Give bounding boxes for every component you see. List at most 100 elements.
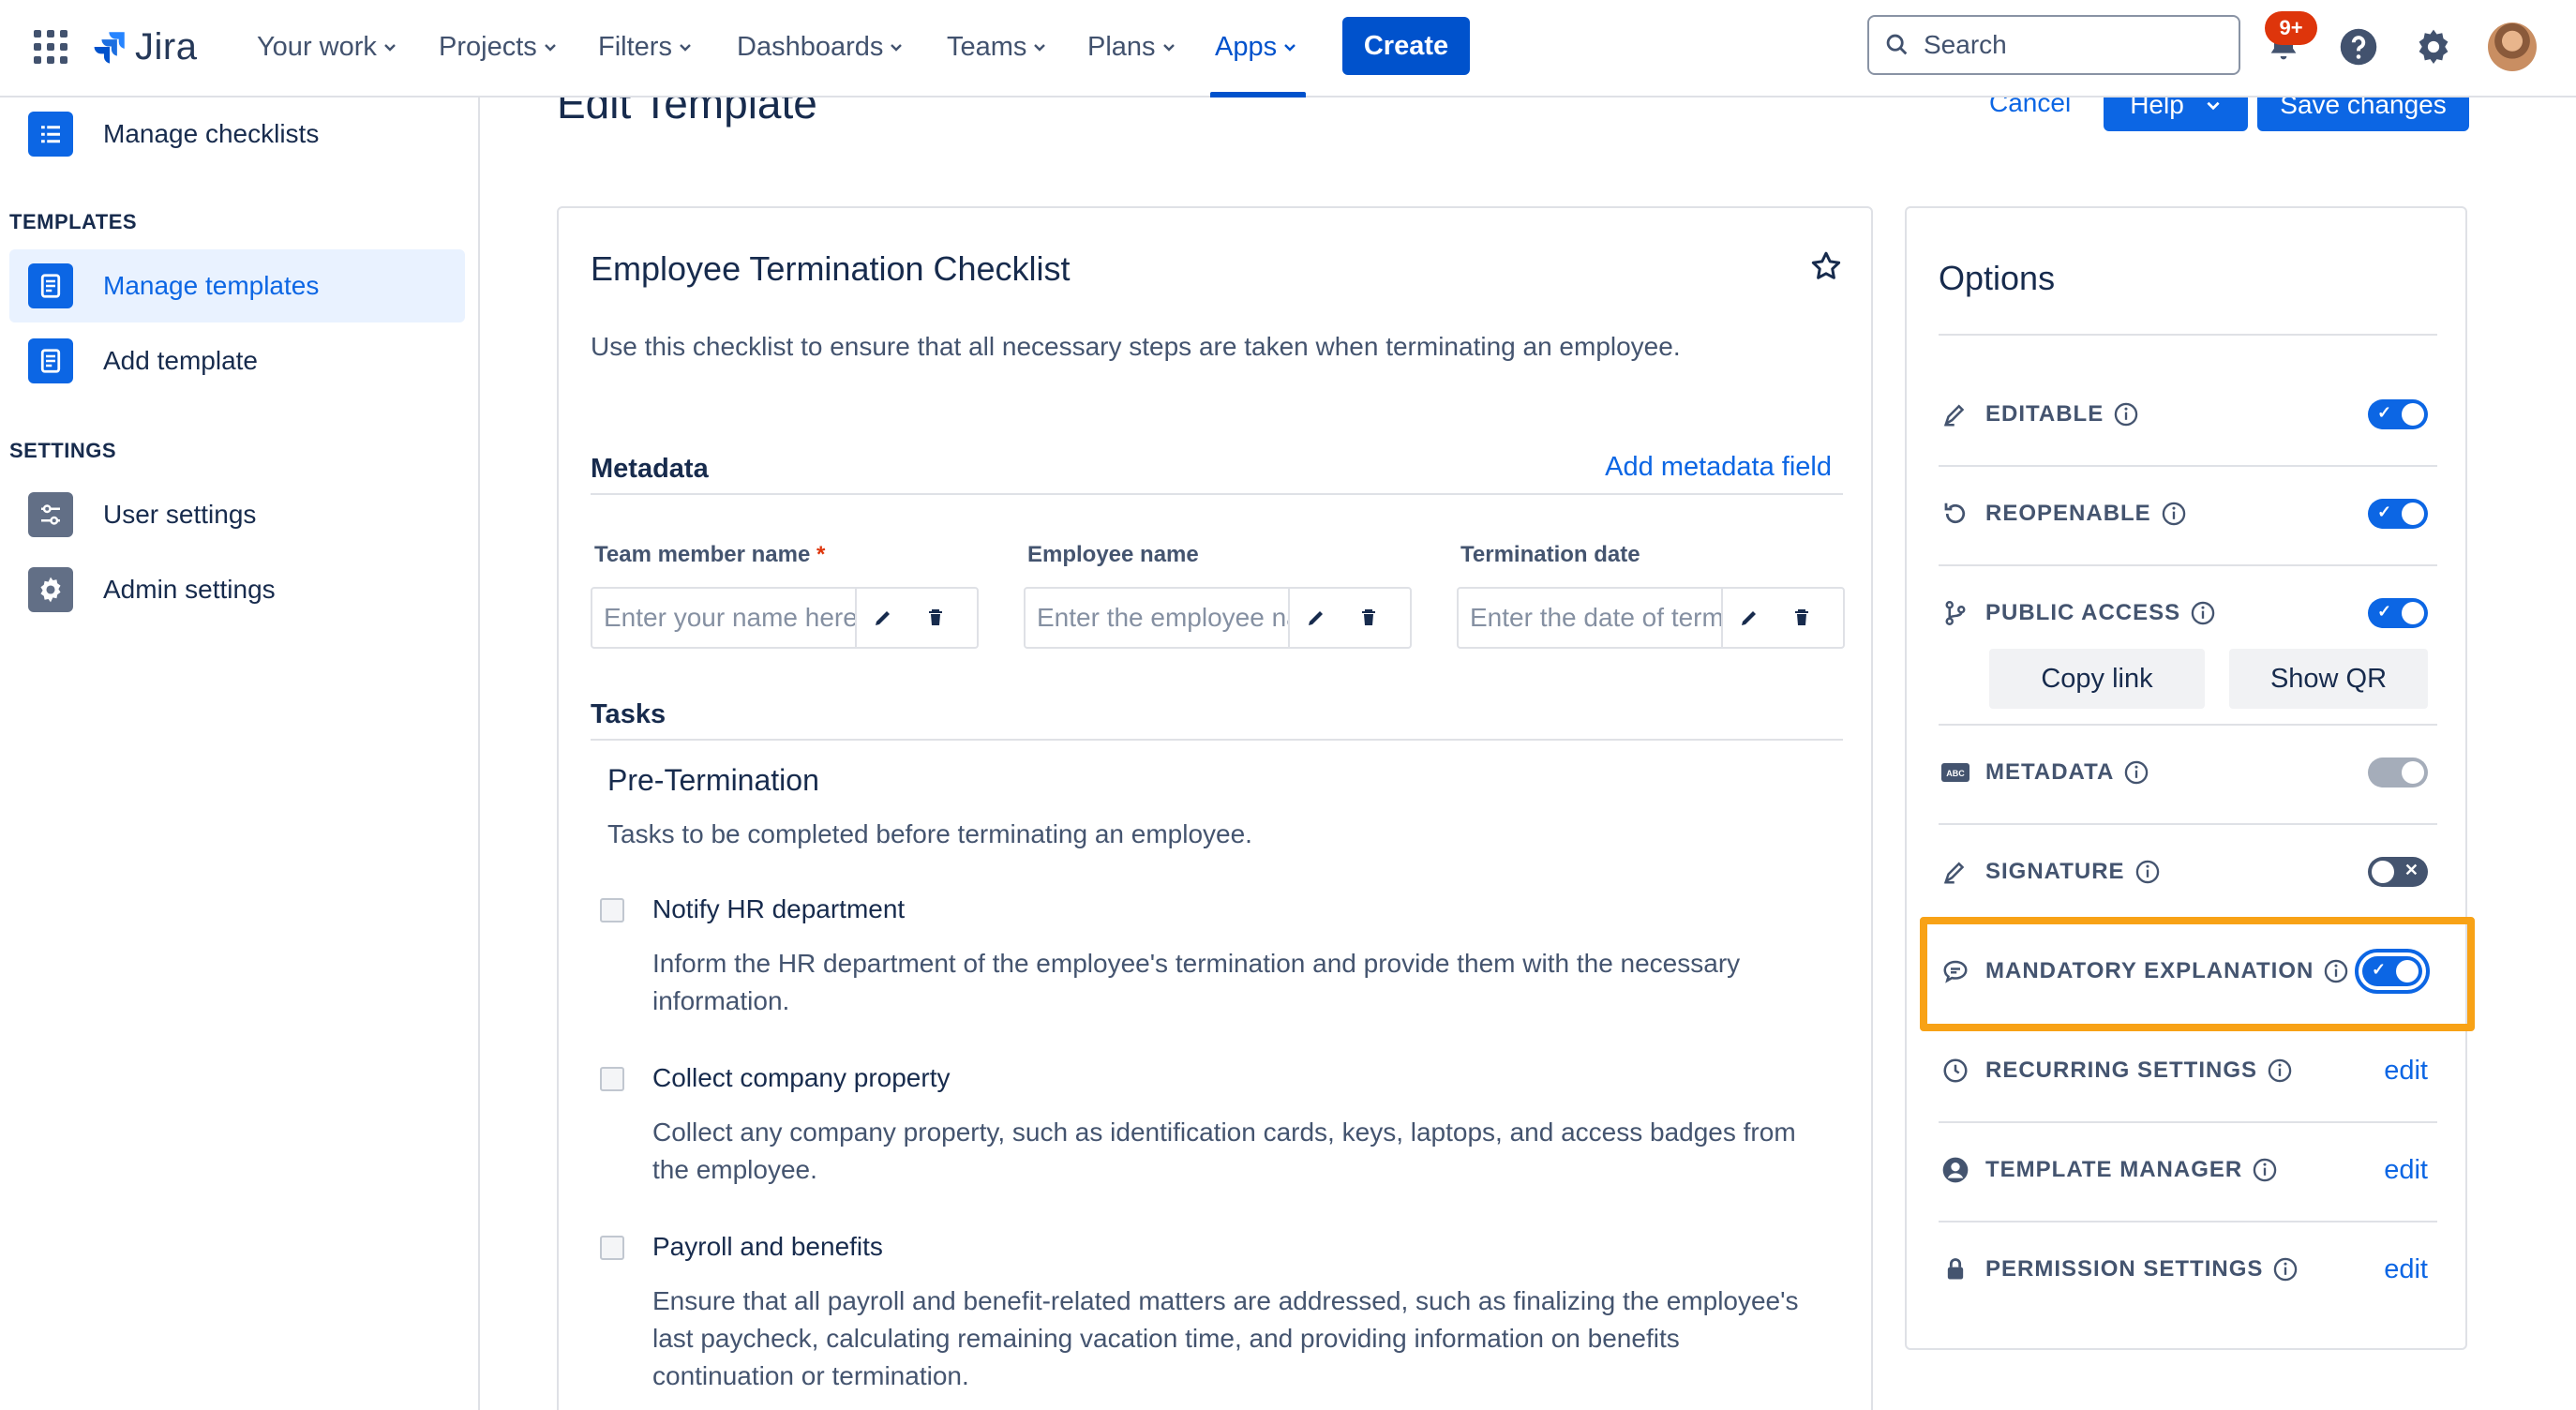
chevron-down-icon	[2207, 101, 2220, 111]
nav-teams[interactable]: Teams	[947, 28, 1047, 66]
info-icon[interactable]	[2252, 1157, 2278, 1183]
task-description[interactable]: Collect any company property, such as id…	[652, 1114, 1824, 1189]
employee-name-input[interactable]	[1026, 590, 1288, 646]
reopenable-toggle[interactable]: ✓	[2368, 499, 2428, 529]
nav-plans[interactable]: Plans	[1087, 28, 1176, 66]
nav-dashboards[interactable]: Dashboards	[737, 28, 904, 66]
search-input[interactable]	[1924, 30, 2205, 60]
permission-settings-edit-link[interactable]: edit	[2384, 1254, 2428, 1285]
settings-button[interactable]	[2411, 24, 2456, 69]
sidebar-item-admin-settings[interactable]: Admin settings	[9, 553, 465, 626]
signature-toggle[interactable]: ✕	[2368, 857, 2428, 887]
option-public-access: PUBLIC ACCESS ✓	[1939, 585, 2437, 641]
sidebar-item-manage-checklists[interactable]: Manage checklists	[9, 98, 465, 171]
sidebar-item-add-template[interactable]: Add template	[9, 324, 465, 398]
copy-link-button[interactable]: Copy link	[1989, 649, 2205, 709]
task-title[interactable]: Payroll and benefits	[652, 1232, 883, 1262]
refresh-icon	[1939, 497, 1972, 531]
sidebar: Manage checklists TEMPLATES Manage templ…	[0, 98, 480, 1410]
sidebar-item-label: Add template	[103, 346, 258, 375]
active-tab-indicator	[1210, 92, 1306, 98]
option-signature: SIGNATURE ✕	[1939, 844, 2437, 900]
task-group-title[interactable]: Pre-Termination	[607, 763, 819, 798]
delete-field-button[interactable]	[1775, 589, 1828, 647]
delete-field-button[interactable]	[909, 589, 962, 647]
user-avatar[interactable]	[2488, 22, 2537, 71]
branch-icon	[1939, 596, 1972, 630]
info-icon[interactable]	[2161, 501, 2187, 527]
nav-label: Your work	[257, 31, 377, 62]
help-icon-button[interactable]	[2336, 24, 2381, 69]
sliders-icon	[28, 492, 73, 537]
team-member-name-input[interactable]	[592, 590, 855, 646]
template-icon	[28, 338, 73, 383]
option-label: TEMPLATE MANAGER	[1985, 1157, 2243, 1182]
template-manager-edit-link[interactable]: edit	[2384, 1155, 2428, 1186]
sidebar-item-user-settings[interactable]: User settings	[9, 478, 465, 551]
info-icon[interactable]	[2272, 1256, 2299, 1282]
delete-field-button[interactable]	[1342, 589, 1395, 647]
add-metadata-field-link[interactable]: Add metadata field	[1605, 452, 1832, 483]
svg-text:ABC: ABC	[1946, 769, 1965, 778]
create-button[interactable]: Create	[1342, 17, 1470, 75]
nav-label: Apps	[1215, 31, 1278, 62]
task-checkbox[interactable]	[600, 1067, 624, 1091]
star-icon[interactable]	[1809, 249, 1843, 283]
option-label: PERMISSION SETTINGS	[1985, 1256, 2264, 1282]
edit-field-button[interactable]	[1290, 589, 1342, 647]
sidebar-item-label: Manage checklists	[103, 119, 320, 148]
tasks-heading: Tasks	[591, 699, 666, 729]
chevron-down-icon	[384, 44, 396, 52]
termination-date-field	[1457, 587, 1845, 649]
sidebar-item-manage-templates[interactable]: Manage templates	[9, 249, 465, 322]
notification-badge: 9+	[2265, 11, 2317, 45]
termination-date-input[interactable]	[1459, 590, 1721, 646]
app-switcher-icon[interactable]	[34, 30, 67, 64]
option-metadata: ABC METADATA	[1939, 744, 2437, 801]
metadata-toggle[interactable]	[2368, 758, 2428, 788]
task-description[interactable]: Ensure that all payroll and benefit-rela…	[652, 1282, 1824, 1395]
task-checkbox[interactable]	[600, 898, 624, 922]
info-icon[interactable]	[2123, 759, 2149, 786]
option-reopenable: REOPENABLE ✓	[1939, 486, 2437, 542]
nav-apps[interactable]: Apps	[1215, 28, 1297, 66]
sidebar-section-settings: SETTINGS	[9, 439, 117, 462]
info-icon[interactable]	[2113, 401, 2139, 428]
public-access-toggle[interactable]: ✓	[2368, 598, 2428, 628]
nav-filters[interactable]: Filters	[598, 28, 693, 66]
info-icon[interactable]	[2190, 600, 2216, 626]
task-title[interactable]: Collect company property	[652, 1063, 950, 1093]
trash-icon	[1795, 609, 1808, 625]
clock-icon	[1939, 1054, 1972, 1088]
trash-icon	[929, 609, 942, 625]
editable-toggle[interactable]: ✓	[2368, 399, 2428, 429]
gear-icon	[2419, 29, 2449, 65]
task-description[interactable]: Inform the HR department of the employee…	[652, 945, 1824, 1020]
template-description[interactable]: Use this checklist to ensure that all ne…	[591, 332, 1681, 362]
focus-ring	[2355, 949, 2430, 994]
show-qr-button[interactable]: Show QR	[2229, 649, 2428, 709]
top-navigation: Jira Your work Projects Filters Dashboar…	[0, 0, 2576, 98]
chevron-down-icon	[891, 44, 903, 52]
edit-field-button[interactable]	[857, 589, 909, 647]
recurring-settings-edit-link[interactable]: edit	[2384, 1056, 2428, 1087]
template-title[interactable]: Employee Termination Checklist	[591, 249, 1071, 289]
task-group-description[interactable]: Tasks to be completed before terminating…	[607, 819, 1252, 849]
nav-projects[interactable]: Projects	[439, 28, 558, 66]
field-label-team-member: Team member name *	[594, 542, 825, 568]
jira-logo[interactable]: Jira	[90, 22, 197, 71]
option-label: EDITABLE	[1985, 401, 2104, 427]
nav-your-work[interactable]: Your work	[257, 28, 397, 66]
task-title[interactable]: Notify HR department	[652, 894, 905, 924]
divider	[1939, 1121, 2437, 1123]
jira-logo-icon	[94, 32, 125, 64]
info-icon[interactable]	[2267, 1058, 2293, 1084]
field-label-text: Team member name	[594, 542, 811, 567]
edit-field-button[interactable]	[1723, 589, 1775, 647]
info-icon[interactable]	[2134, 859, 2161, 885]
search-box[interactable]	[1867, 15, 2240, 75]
task-checkbox[interactable]	[600, 1236, 624, 1260]
option-template-manager: TEMPLATE MANAGER edit	[1939, 1142, 2437, 1198]
field-label-termination-date: Termination date	[1460, 542, 1640, 567]
search-icon	[1886, 34, 1908, 55]
